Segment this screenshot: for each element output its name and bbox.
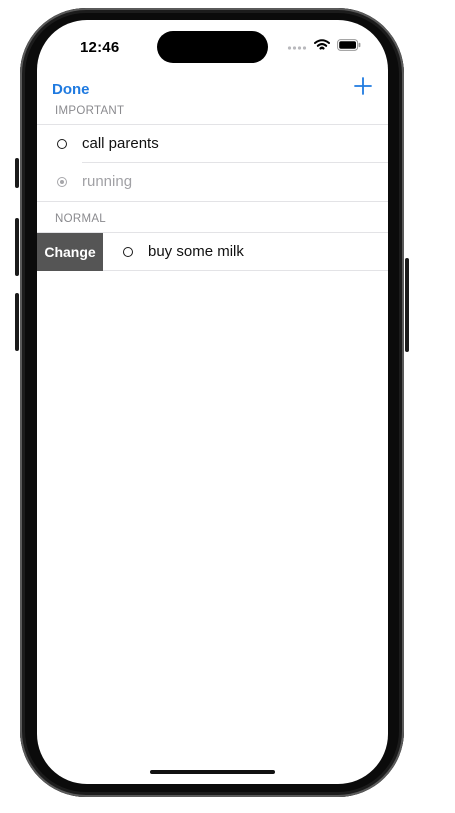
divider xyxy=(103,270,388,271)
list-item[interactable]: Change buy some milk xyxy=(37,233,388,271)
item-label: running xyxy=(82,173,133,190)
wifi-icon xyxy=(314,38,330,56)
done-button[interactable]: Done xyxy=(52,81,90,98)
add-button[interactable] xyxy=(354,77,372,99)
list-item[interactable]: call parents xyxy=(37,125,388,163)
battery-icon xyxy=(337,38,361,56)
section-header-normal: NORMAL xyxy=(55,213,107,225)
dynamic-island xyxy=(157,31,268,63)
signal-dots-icon xyxy=(287,38,307,56)
filled-circle-icon[interactable] xyxy=(57,177,67,187)
item-label: call parents xyxy=(82,135,159,152)
power-button xyxy=(405,258,409,352)
change-button[interactable]: Change xyxy=(37,233,103,271)
item-label: buy some milk xyxy=(148,243,244,260)
volume-up-button xyxy=(15,218,19,276)
status-time: 12:46 xyxy=(80,39,120,56)
screen: 12:46 Done IMPORTANT call parents runnin… xyxy=(37,20,388,784)
volume-down-button xyxy=(15,293,19,351)
list-item[interactable]: running xyxy=(37,163,388,201)
silent-switch xyxy=(15,158,19,188)
circle-icon[interactable] xyxy=(57,139,67,149)
status-icons xyxy=(287,38,361,56)
divider xyxy=(37,201,388,202)
section-header-important: IMPORTANT xyxy=(55,105,125,117)
home-indicator[interactable] xyxy=(150,770,275,774)
circle-icon[interactable] xyxy=(123,247,133,257)
plus-icon xyxy=(354,77,372,99)
